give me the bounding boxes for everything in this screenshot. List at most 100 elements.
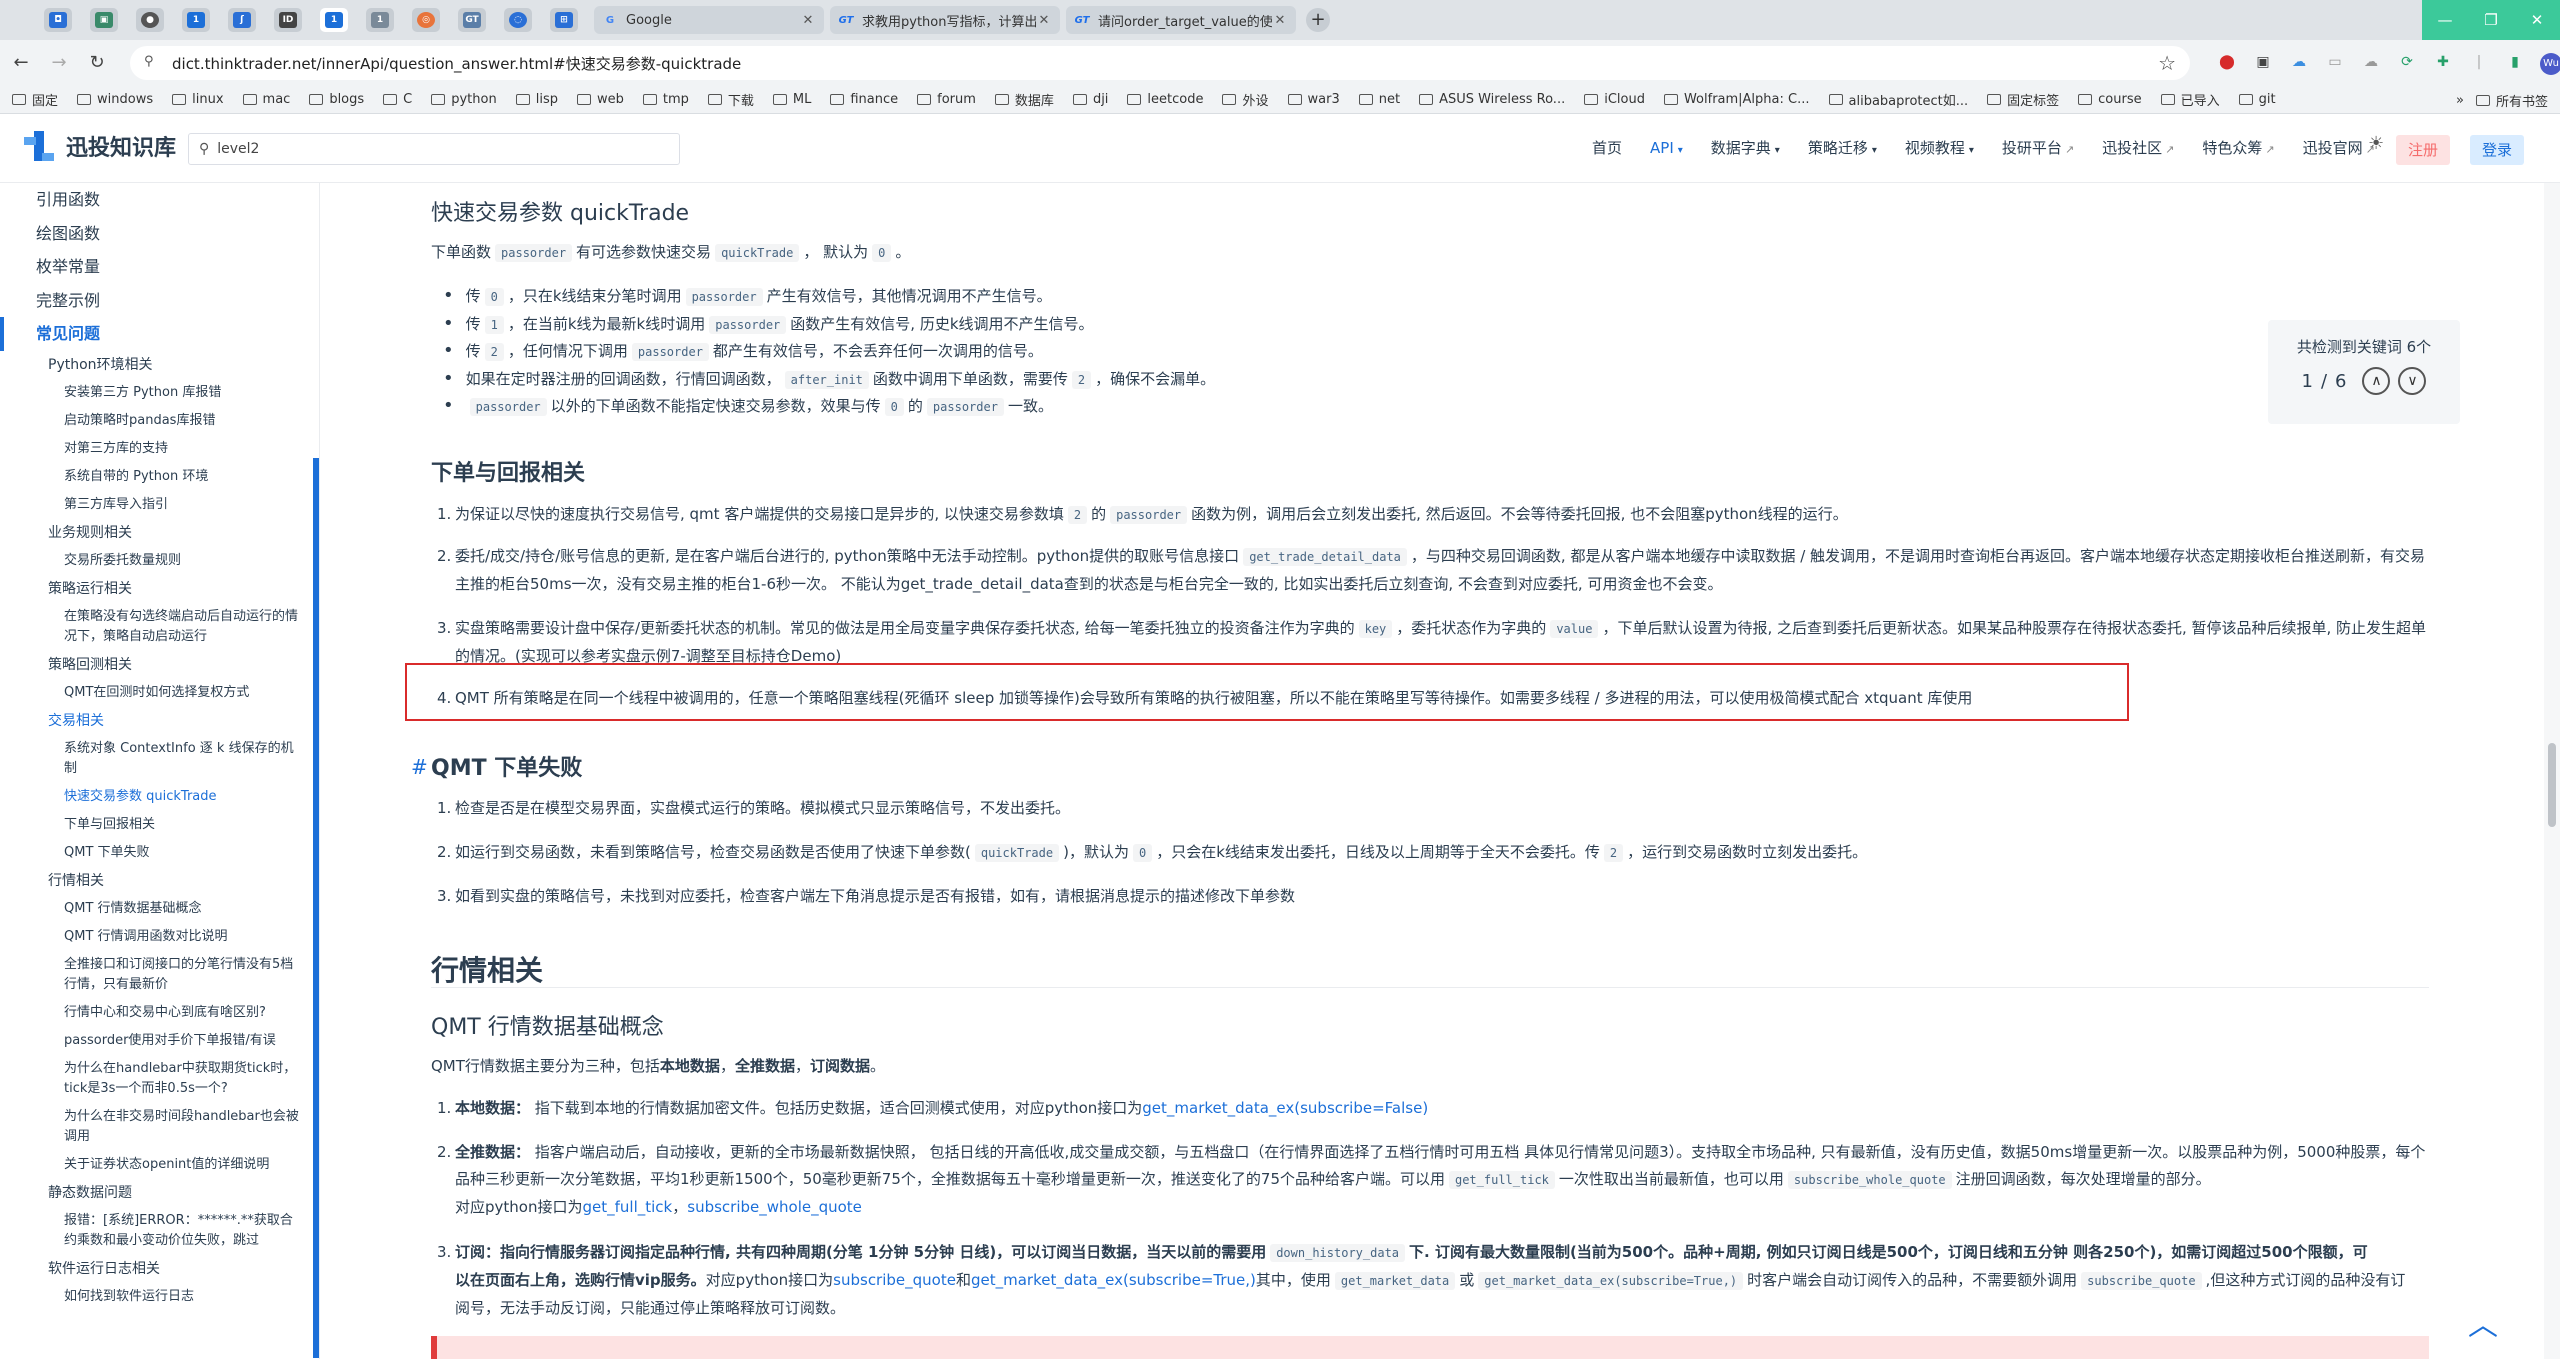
tab-forum-2[interactable]: GT 请问order_target_value的使用 ✕ (1066, 6, 1296, 34)
login-button[interactable]: 登录 (2470, 135, 2525, 165)
bookmark-item[interactable]: 已导入 (2160, 90, 2220, 109)
sidebar-item[interactable]: 为什么在handlebar中获取期货tick时，tick是3s一个而非0.5s一… (0, 1055, 319, 1103)
bookmark-item[interactable]: course (2078, 92, 2142, 107)
sidebar-item[interactable]: 在策略没有勾选终端启动后自动运行的情况下，策略自动启动运行 (0, 603, 319, 651)
close-icon[interactable]: ✕ (800, 13, 816, 28)
bookmark-item[interactable]: 外设 (1222, 90, 1269, 109)
sidebar-item[interactable]: 系统对象 ContextInfo 逐 k 线保存的机制 (0, 735, 319, 783)
bookmark-item[interactable]: 固定 (12, 90, 58, 109)
bookmark-item[interactable]: forum (917, 92, 976, 107)
bookmark-item[interactable]: ASUS Wireless Ro... (1419, 92, 1565, 107)
bookmark-item[interactable]: git (2238, 92, 2276, 107)
sidebar-section[interactable]: 枚举常量 (0, 250, 319, 284)
extension-icon[interactable]: ⬤ (2214, 48, 2240, 76)
site-logo[interactable]: 迅投知识库 (22, 129, 176, 163)
new-tab-button[interactable]: + (1306, 8, 1330, 32)
sidebar-item[interactable]: 启动策略时pandas库报错 (0, 407, 319, 435)
nav-item[interactable]: 投研平台 ↗ (2002, 137, 2074, 158)
bookmark-item[interactable]: dji (1072, 92, 1108, 107)
sidebar-section[interactable]: 完整示例 (0, 284, 319, 318)
sidebar-item[interactable]: 第三方库导入指引 (0, 491, 319, 519)
extension-icon[interactable]: ☁ (2358, 48, 2384, 76)
sidebar-icon[interactable]: ▮ (2502, 48, 2528, 76)
bookmark-item[interactable]: python (431, 92, 497, 107)
sidebar-item[interactable]: 下单与回报相关 (0, 811, 319, 839)
pinned-tab[interactable]: ⊞ (550, 8, 578, 32)
search-box[interactable]: ⚲ (188, 133, 680, 165)
puzzle-icon[interactable]: ✚ (2430, 48, 2456, 76)
bookmark-item[interactable]: web (576, 92, 624, 107)
reload-icon[interactable]: ↻ (80, 46, 114, 80)
bookmark-item[interactable]: finance (830, 92, 898, 107)
close-window-button[interactable]: ✕ (2514, 0, 2560, 40)
pinned-tab[interactable]: ▣ (90, 8, 118, 32)
bookmark-item[interactable]: linux (172, 92, 224, 107)
refresh-extension-icon[interactable]: ⟳ (2394, 48, 2420, 76)
sidebar-item[interactable]: QMT在回测时如何选择复权方式 (0, 679, 319, 707)
bookmark-item[interactable]: 数据库 (994, 90, 1054, 109)
site-info-icon[interactable]: ⚲ (144, 54, 162, 72)
pinned-tab[interactable]: 1 (366, 8, 394, 32)
register-button[interactable]: 注册 (2396, 135, 2451, 165)
sidebar-item[interactable]: 系统自带的 Python 环境 (0, 463, 319, 491)
more-bookmarks-button[interactable]: » (2456, 93, 2464, 108)
bookmark-star-icon[interactable]: ☆ (2158, 51, 2176, 75)
api-link[interactable]: subscribe_whole_quote (687, 1198, 862, 1216)
nav-item[interactable]: 首页 (1592, 137, 1622, 158)
nav-item[interactable]: 迅投社区 ↗ (2102, 137, 2174, 158)
search-input[interactable] (217, 141, 618, 157)
bookmark-item[interactable]: blogs (309, 92, 364, 107)
bookmark-item[interactable]: Wolfram|Alpha: C... (1663, 92, 1810, 107)
pinned-tab[interactable]: ◎ (412, 8, 440, 32)
close-icon[interactable]: ✕ (1036, 13, 1052, 28)
url-field[interactable]: ⚲ dict.thinktrader.net/innerApi/question… (130, 46, 2190, 80)
sidebar-item[interactable]: 软件运行日志相关 (0, 1255, 319, 1283)
bookmark-item[interactable]: alibabaprotect如... (1828, 90, 1968, 109)
pinned-tab[interactable]: 1 (182, 8, 210, 32)
bookmark-item[interactable]: 下载 (707, 90, 754, 109)
api-link[interactable]: get_market_data_ex(subscribe=True,) (971, 1271, 1256, 1289)
nav-item[interactable]: 特色众筹 ↗ (2202, 137, 2274, 158)
bookmark-item[interactable]: ML (772, 92, 811, 107)
api-link[interactable]: get_market_data_ex(subscribe=False) (1142, 1099, 1428, 1117)
sidebar-item[interactable]: QMT 行情数据基础概念 (0, 895, 319, 923)
cloud-icon[interactable]: ☁ (2286, 48, 2312, 76)
sidebar-item[interactable]: 策略回测相关 (0, 651, 319, 679)
sidebar-section[interactable]: 绘图函数 (0, 217, 319, 251)
pinned-tab[interactable]: ʃ (228, 8, 256, 32)
profile-icon[interactable]: Wu (2538, 48, 2560, 76)
sidebar-section[interactable]: 引用函数 (0, 183, 319, 217)
pinned-tab[interactable]: ◌ (504, 8, 532, 32)
bookmark-item[interactable]: 固定标签 (1987, 90, 2059, 109)
pinned-tab[interactable]: ID (274, 8, 302, 32)
nav-item[interactable]: 数据字典 ▾ (1711, 137, 1780, 158)
sidebar-item[interactable]: 如何找到软件运行日志 (0, 1283, 319, 1311)
tab-google[interactable]: G Google ✕ (594, 6, 824, 34)
all-bookmarks-button[interactable]: 所有书签 (2475, 91, 2548, 110)
back-to-top-icon[interactable]: ︿ (2468, 1300, 2498, 1344)
theme-toggle-icon[interactable]: ☀ (2368, 133, 2384, 154)
sidebar-item[interactable]: QMT 行情调用函数对比说明 (0, 923, 319, 951)
nav-item[interactable]: 视频教程 ▾ (1905, 137, 1974, 158)
scrollbar-thumb[interactable] (2548, 743, 2556, 827)
find-next-button[interactable]: ∨ (2398, 367, 2427, 395)
sidebar-item[interactable]: 对第三方库的支持 (0, 435, 319, 463)
sidebar-item[interactable]: 关于证券状态openint值的详细说明 (0, 1151, 319, 1179)
back-icon[interactable]: ← (4, 46, 38, 80)
sidebar-item[interactable]: 静态数据问题 (0, 1179, 319, 1207)
anchor-hash[interactable]: # (411, 755, 428, 779)
bookmark-item[interactable]: tmp (642, 92, 689, 107)
nav-item[interactable]: API ▾ (1650, 139, 1683, 157)
sidebar-item[interactable]: Python环境相关 (0, 351, 319, 379)
sidebar-item[interactable]: 交易相关 (0, 707, 319, 735)
close-icon[interactable]: ✕ (1272, 13, 1288, 28)
sidebar-item[interactable]: 行情相关 (0, 867, 319, 895)
sidebar-item[interactable]: 策略运行相关 (0, 575, 319, 603)
tab-forum-1[interactable]: GT 求教用python写指标，计算出 ✕ (830, 6, 1060, 34)
find-prev-button[interactable]: ∧ (2362, 367, 2391, 395)
bookmark-item[interactable]: war3 (1287, 92, 1340, 107)
sidebar-item[interactable]: 业务规则相关 (0, 519, 319, 547)
sidebar-item[interactable]: 全推接口和订阅接口的分笔行情没有5档行情，只有最新价 (0, 951, 319, 999)
sidebar-item[interactable]: 交易所委托数量规则 (0, 547, 319, 575)
sidebar-item[interactable]: 报错：[系统]ERROR：******.**获取合约乘数和最小变动价位失败，跳过 (0, 1207, 319, 1255)
